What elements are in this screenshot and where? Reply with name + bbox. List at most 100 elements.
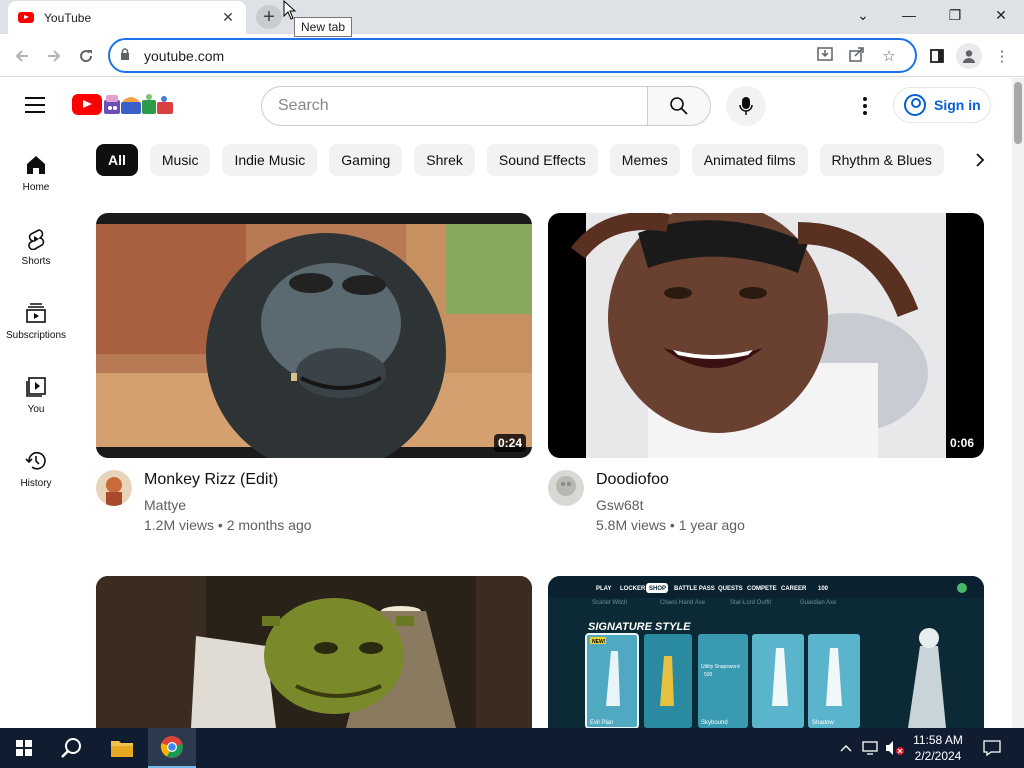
fortnite-item-name: Evil Plan (590, 720, 613, 726)
notifications-icon[interactable] (976, 728, 1008, 768)
search-input[interactable]: Search (261, 86, 648, 126)
new-tab-button[interactable]: + (256, 5, 282, 29)
fortnite-subnav-item: Guardian Axe (800, 600, 837, 606)
video-thumbnail[interactable]: 0:06 (548, 213, 984, 458)
sidebar-item-shorts[interactable]: Shorts (0, 214, 72, 284)
network-icon[interactable] (860, 728, 882, 768)
scrollbar-thumb[interactable] (1014, 82, 1022, 144)
history-icon (25, 451, 46, 470)
channel-avatar[interactable] (96, 470, 132, 506)
sidebar-label: Home (22, 182, 50, 193)
sign-in-label: Sign in (934, 97, 981, 113)
clock-time: 11:58 AM (913, 733, 963, 747)
subscriptions-icon (26, 303, 46, 323)
tab-close-icon[interactable]: ✕ (220, 9, 236, 26)
video-channel-name[interactable]: Gsw68t (596, 497, 643, 513)
fortnite-new-badge: NEW! (592, 639, 606, 645)
sidebar-item-subscriptions[interactable]: Subscriptions (0, 288, 72, 358)
fortnite-menu-career: CAREER (781, 586, 807, 592)
video-title[interactable]: Monkey Rizz (Edit) (144, 471, 278, 489)
chip-music[interactable]: Music (149, 144, 211, 176)
video-title[interactable]: Doodiofoo (596, 471, 669, 489)
video-thumbnail[interactable] (96, 576, 532, 728)
sidebar-label: History (20, 478, 52, 489)
fortnite-subnav-item: Star-Lord Outfit (730, 600, 771, 606)
fortnite-menu-battle-pass: BATTLE PASS (674, 586, 715, 592)
you-icon (26, 377, 46, 397)
url-text[interactable]: youtube.com (144, 48, 809, 64)
sidebar-label: You (27, 404, 45, 415)
taskbar-search-icon[interactable] (48, 728, 96, 768)
chrome-menu-icon[interactable]: ⋮ (989, 43, 1015, 69)
browser-toolbar: youtube.com ☆ ⋮ (0, 34, 1024, 77)
search-button[interactable] (647, 86, 711, 126)
reload-icon[interactable] (73, 43, 99, 69)
windows-taskbar: 11:58 AM 2/2/2024 (0, 728, 1024, 768)
home-icon (27, 156, 45, 174)
forward-arrow-icon[interactable] (41, 43, 67, 69)
back-arrow-icon[interactable] (9, 43, 35, 69)
chip-gaming[interactable]: Gaming (329, 144, 403, 176)
sidebar-item-history[interactable]: History (0, 436, 72, 506)
tab-search-button[interactable]: ⌄ (840, 0, 886, 30)
windows-start-icon[interactable] (0, 728, 48, 768)
chip-indie-music[interactable]: Indie Music (222, 144, 318, 176)
lock-icon (120, 48, 134, 63)
settings-more-icon[interactable] (855, 94, 875, 118)
fortnite-menu-quests: QUESTS (718, 586, 743, 592)
file-explorer-icon[interactable] (98, 728, 146, 768)
address-bar[interactable]: youtube.com ☆ (108, 38, 917, 73)
profile-avatar-icon[interactable] (956, 43, 982, 69)
video-meta: 1.2M views • 2 months ago (144, 517, 312, 533)
chip-animated-films[interactable]: Animated films (691, 144, 808, 176)
video-thumbnail[interactable]: 0:24 (96, 213, 532, 458)
taskbar-clock[interactable]: 11:58 AM 2/2/2024 (908, 732, 968, 764)
youtube-doodle-logo[interactable] (104, 92, 174, 116)
close-window-button[interactable]: ✕ (978, 0, 1024, 30)
chip-sound-effects[interactable]: Sound Effects (486, 144, 598, 176)
channel-avatar[interactable] (548, 470, 584, 506)
video-meta: 5.8M views • 1 year ago (596, 517, 745, 533)
browser-tab-youtube[interactable]: YouTube ✕ (8, 1, 246, 34)
fortnite-subnav-item: Chaos Hand Axe (660, 600, 706, 606)
sign-in-button[interactable]: Sign in (893, 87, 991, 123)
fortnite-item-name: Shadow (812, 720, 834, 726)
sidebar-label: Shorts (21, 256, 51, 267)
bookmark-star-icon[interactable]: ☆ (873, 47, 905, 65)
show-hidden-icons-icon[interactable] (836, 728, 856, 768)
fortnite-section-title: SIGNATURE STYLE (588, 621, 691, 633)
sidebar-item-home[interactable]: Home (0, 140, 72, 210)
chip-rhythm-blues[interactable]: Rhythm & Blues (819, 144, 944, 176)
monkey-thumbnail-image (96, 213, 532, 458)
install-app-icon[interactable] (809, 46, 841, 66)
chips-next-arrow-icon[interactable] (960, 144, 1000, 176)
fortnite-subnav-item: Scarlet Witch (592, 600, 627, 606)
youtube-favicon-icon (18, 12, 34, 23)
minimize-button[interactable]: — (886, 0, 932, 30)
search-icon (670, 97, 688, 115)
hamburger-menu-icon[interactable] (25, 97, 45, 113)
chip-memes[interactable]: Memes (609, 144, 680, 176)
volume-muted-icon[interactable] (884, 728, 906, 768)
chip-shrek[interactable]: Shrek (414, 144, 475, 176)
microphone-icon (739, 97, 753, 115)
youtube-header: Search Sign in (0, 78, 1012, 134)
video-duration: 0:06 (945, 434, 978, 452)
chrome-taskbar-icon[interactable] (148, 728, 196, 768)
chip-all[interactable]: All (96, 144, 138, 176)
page-scrollbar[interactable] (1012, 78, 1024, 728)
restore-button[interactable]: ❐ (932, 0, 978, 30)
side-panel-icon[interactable] (924, 43, 950, 69)
video-channel-name[interactable]: Mattye (144, 497, 186, 513)
browser-titlebar: YouTube ✕ + ⌄ — ❐ ✕ (0, 0, 1024, 34)
doodiofoo-thumbnail-image (548, 213, 984, 458)
fortnite-shop-thumbnail-image: PLAY LOCKER SHOP BATTLE PASS QUESTS COMP… (548, 576, 984, 728)
youtube-logo-icon[interactable] (72, 94, 102, 115)
video-thumbnail[interactable]: PLAY LOCKER SHOP BATTLE PASS QUESTS COMP… (548, 576, 984, 728)
share-icon[interactable] (841, 46, 873, 66)
voice-search-button[interactable] (726, 86, 766, 126)
tab-title: YouTube (44, 10, 92, 25)
new-tab-tooltip: New tab (294, 17, 353, 37)
fortnite-menu-play: PLAY (596, 586, 611, 592)
sidebar-item-you[interactable]: You (0, 362, 72, 432)
